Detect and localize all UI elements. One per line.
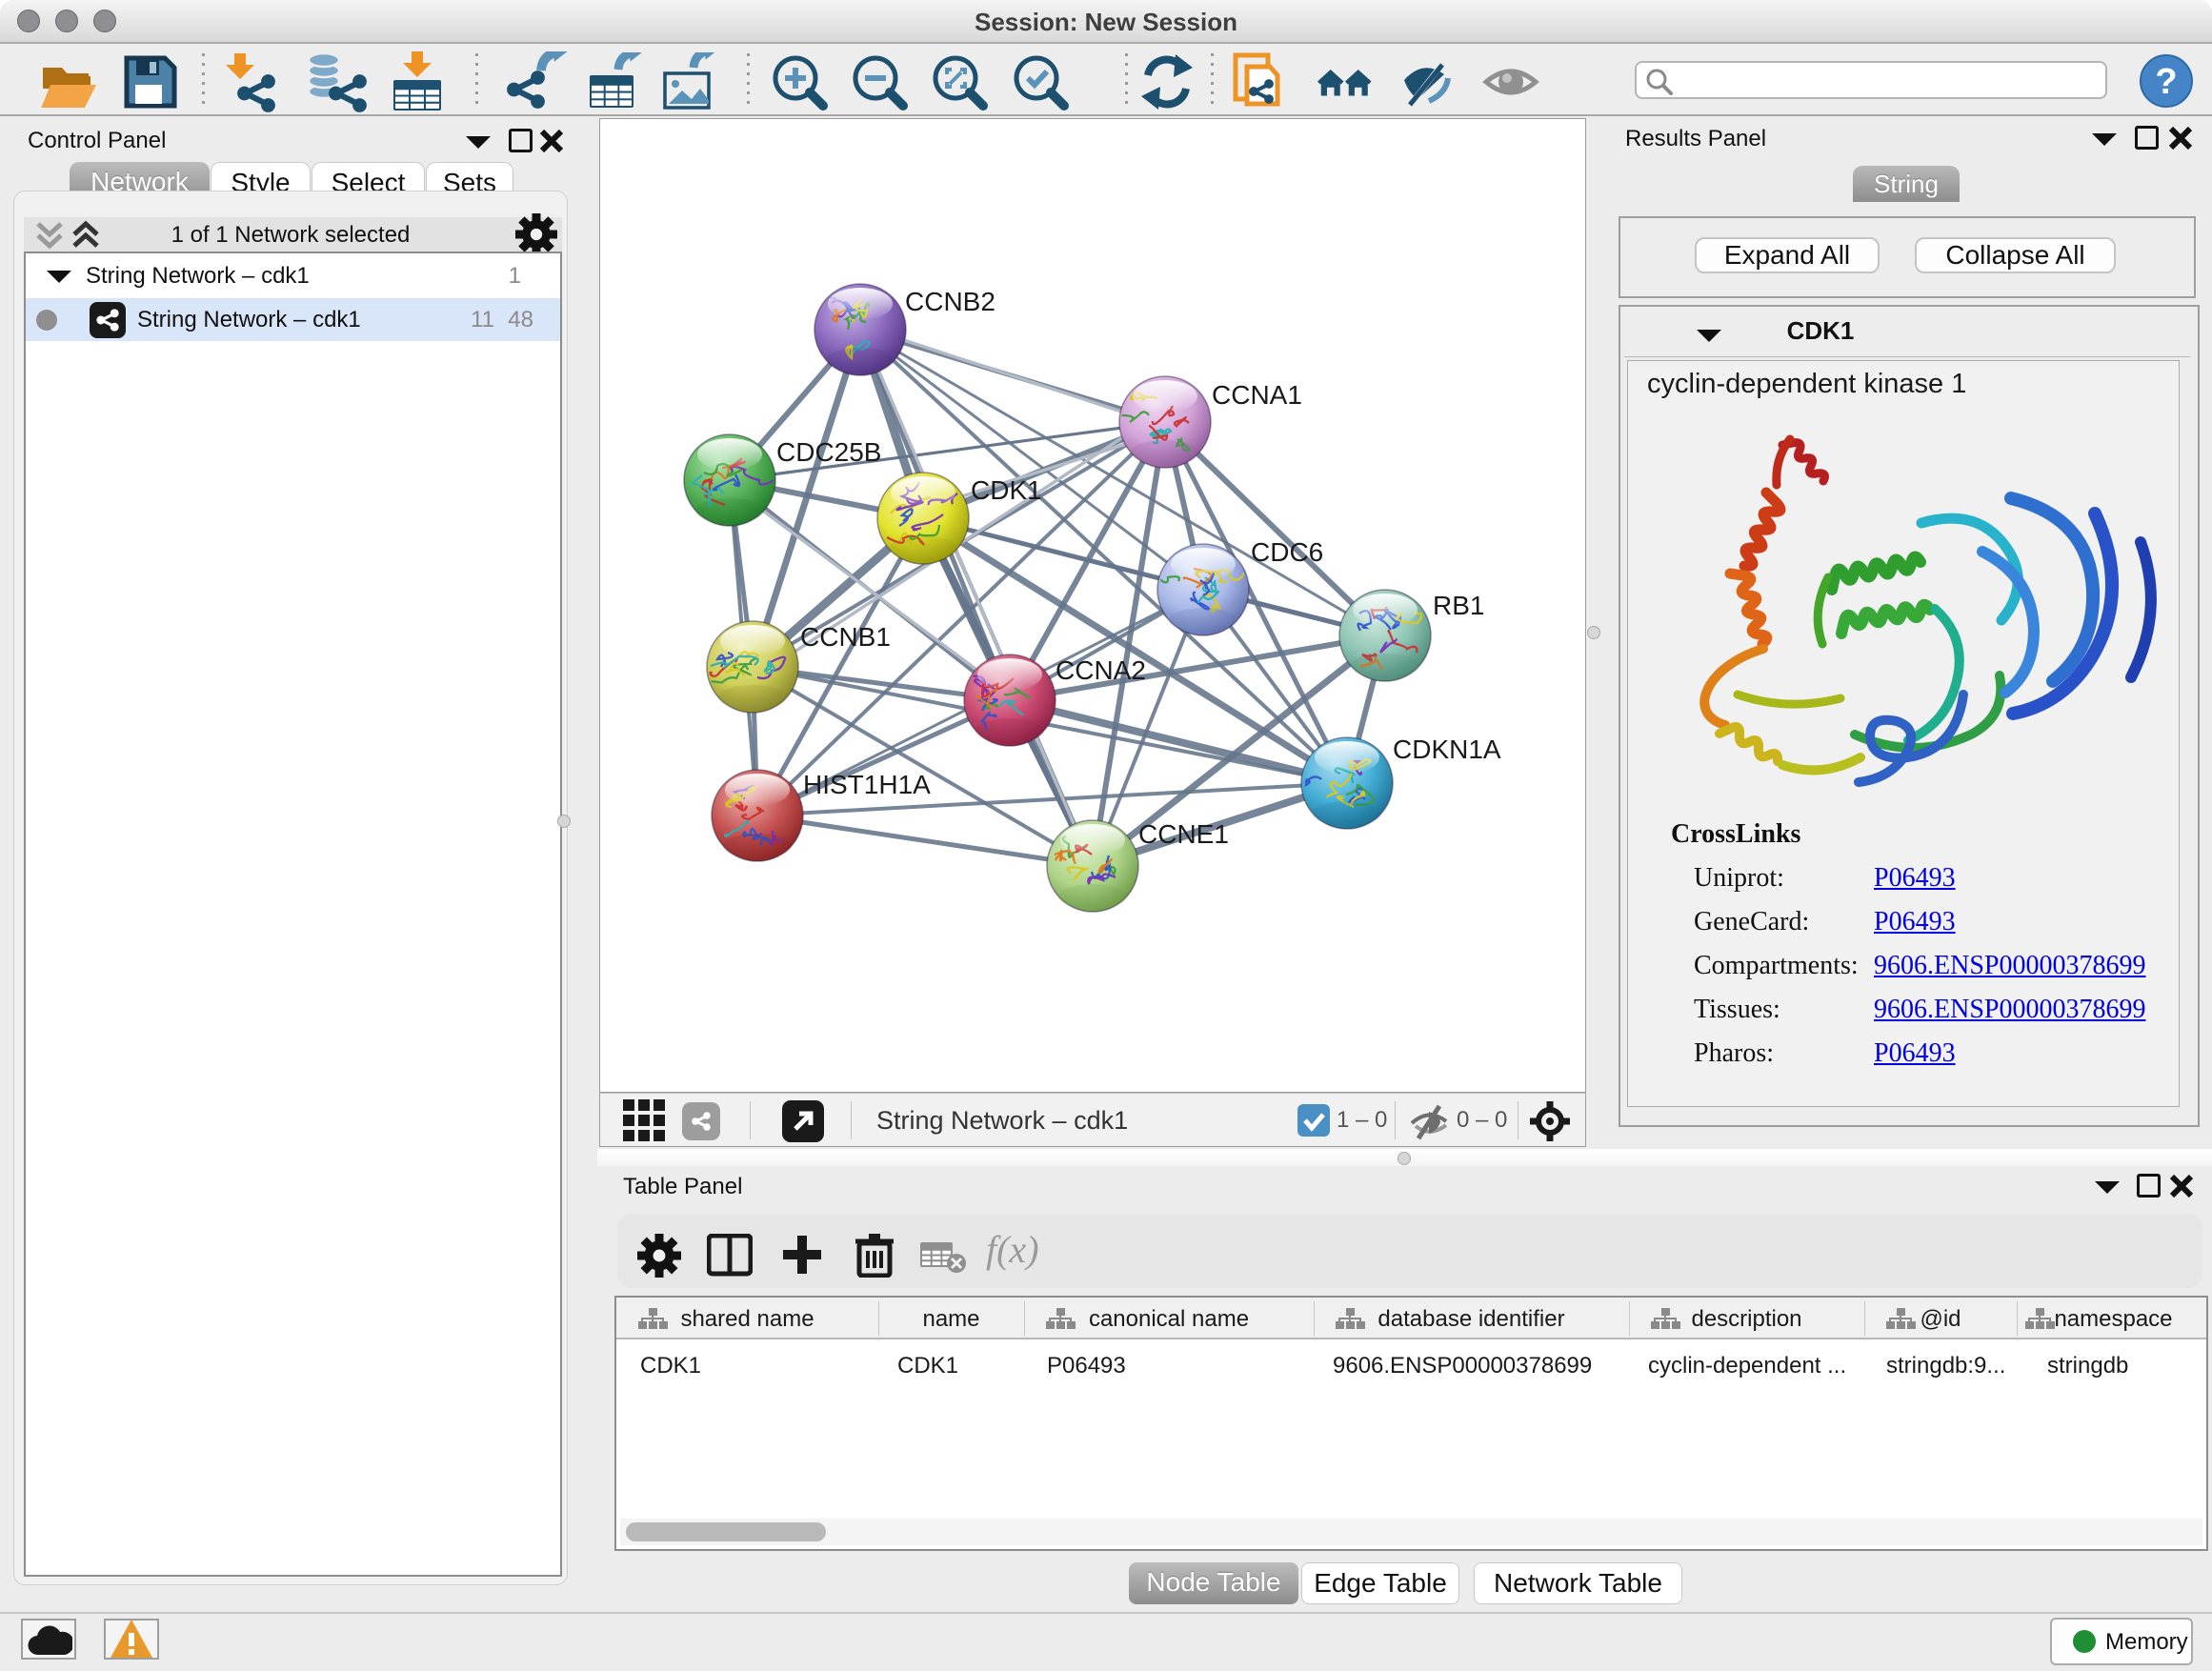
svg-text:CCNE1: CCNE1 [1138, 819, 1229, 849]
svg-text:CCNA2: CCNA2 [1056, 655, 1146, 685]
svg-text:CDC6: CDC6 [1251, 537, 1323, 567]
svg-text:HIST1H1A: HIST1H1A [803, 770, 931, 799]
svg-text:CDKN1A: CDKN1A [1393, 735, 1501, 764]
svg-text:CCNA1: CCNA1 [1212, 380, 1302, 410]
svg-text:RB1: RB1 [1433, 591, 1484, 620]
svg-text:CCNB1: CCNB1 [800, 622, 891, 652]
svg-text:CDK1: CDK1 [971, 475, 1042, 505]
svg-text:?: ? [2155, 62, 2177, 102]
svg-text:CCNB2: CCNB2 [905, 287, 995, 316]
svg-text:CDC25B: CDC25B [776, 437, 881, 467]
